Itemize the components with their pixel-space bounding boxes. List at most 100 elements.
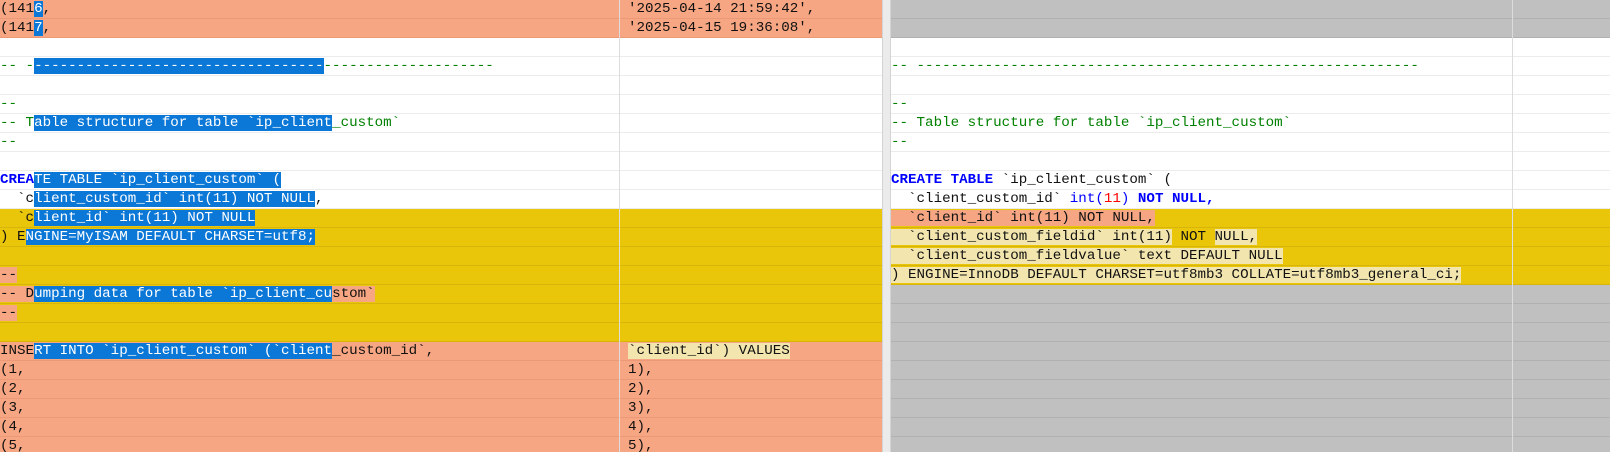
right-line-4[interactable]: -- -------------------------------------… xyxy=(891,57,1610,76)
right-line-10[interactable]: CREATE TABLE `ip_client_custom` ( xyxy=(891,171,1610,190)
left-line-10[interactable]: CREATE TABLE `ip_client_custom` ( xyxy=(0,171,882,190)
left-line-3[interactable] xyxy=(0,38,882,57)
line-text: INSERT INTO `ip_client_custom` (`client_… xyxy=(0,342,435,360)
right-line-6[interactable]: -- xyxy=(891,95,1610,114)
line-text: -- -------------------------------------… xyxy=(0,57,494,75)
right-line-17[interactable] xyxy=(891,304,1610,323)
code-token: (1, xyxy=(0,362,26,378)
left-line-16[interactable]: -- Dumping data for table `ip_client_cus… xyxy=(0,285,882,304)
left-line-2[interactable]: (1417, '2025-04-15 19:36:08', xyxy=(0,19,882,38)
right-line-21[interactable] xyxy=(891,380,1610,399)
right-file-pane[interactable]: -- -------------------------------------… xyxy=(891,0,1610,452)
line-text-wrapped: '2025-04-14 21:59:42', xyxy=(628,0,816,18)
right-line-1[interactable] xyxy=(891,0,1610,19)
code-token: (141 xyxy=(0,20,35,36)
code-token: ) ENGINE=InnoDB DEFAULT CHARSET=utf8mb3 … xyxy=(891,267,1462,283)
code-token: stom` xyxy=(332,286,375,302)
left-line-7[interactable]: -- Table structure for table `ip_client_… xyxy=(0,114,882,133)
code-token: `c xyxy=(0,210,35,226)
right-line-13[interactable]: `client_custom_fieldid` int(11) NOT NULL… xyxy=(891,228,1610,247)
right-line-9[interactable] xyxy=(891,152,1610,171)
line-text: -- xyxy=(0,133,17,151)
line-text: `client_custom_id` int(11) NOT NULL, xyxy=(891,190,1215,208)
left-line-5[interactable] xyxy=(0,76,882,95)
left-line-9[interactable] xyxy=(0,152,882,171)
code-token: _custom_id`, xyxy=(332,343,435,359)
left-line-22[interactable]: (3, 3), xyxy=(0,399,882,418)
left-line-18[interactable] xyxy=(0,323,882,342)
line-text-wrapped: 3), xyxy=(628,399,654,417)
right-line-22[interactable] xyxy=(891,399,1610,418)
code-token: , xyxy=(42,20,52,36)
code-token: int( xyxy=(1069,191,1104,207)
line-text: `client_custom_fieldvalue` text DEFAULT … xyxy=(891,247,1283,265)
left-line-21[interactable]: (2, 2), xyxy=(0,380,882,399)
line-text: -- Table structure for table `ip_client_… xyxy=(0,114,400,132)
right-line-20[interactable] xyxy=(891,361,1610,380)
line-text: `client_custom_id` int(11) NOT NULL, xyxy=(0,190,324,208)
code-token: '2025-04-15 19:36:08', xyxy=(628,20,816,36)
line-text: ) ENGINE=InnoDB DEFAULT CHARSET=utf8mb3 … xyxy=(891,266,1462,284)
left-file-pane[interactable]: (1416, '2025-04-14 21:59:42', (1417, '2025-… xyxy=(0,0,882,452)
code-token: '2025-04-14 21:59:42', xyxy=(628,1,816,17)
code-token: `client_custom_fieldid` int(11) xyxy=(891,229,1172,245)
left-line-6[interactable]: -- xyxy=(0,95,882,114)
code-token: -- xyxy=(891,134,909,150)
left-line-8[interactable]: -- xyxy=(0,133,882,152)
line-text: (1416, xyxy=(0,0,52,18)
code-token: -- xyxy=(0,96,18,112)
line-text: -- Table structure for table `ip_client_… xyxy=(891,114,1292,132)
right-line-16[interactable] xyxy=(891,285,1610,304)
line-text-wrapped: 2), xyxy=(628,380,654,398)
right-line-19[interactable] xyxy=(891,342,1610,361)
right-line-8[interactable]: -- xyxy=(891,133,1610,152)
code-token: `ip_client_custom` ( xyxy=(102,172,281,188)
code-token: `client_id` int(11) NOT NULL, xyxy=(891,210,1155,226)
left-line-1[interactable]: (1416, '2025-04-14 21:59:42', xyxy=(0,0,882,19)
code-token: 5), xyxy=(628,438,654,452)
left-line-4[interactable]: -- -------------------------------------… xyxy=(0,57,882,76)
left-line-24[interactable]: (5, 5), xyxy=(0,437,882,452)
left-line-14[interactable] xyxy=(0,247,882,266)
code-token: 1), xyxy=(628,362,654,378)
right-line-15[interactable]: ) ENGINE=InnoDB DEFAULT CHARSET=utf8mb3 … xyxy=(891,266,1610,285)
code-token: `client_custom_id` xyxy=(891,191,1070,207)
right-line-5[interactable] xyxy=(891,76,1610,95)
right-line-list: -- -------------------------------------… xyxy=(891,0,1610,452)
left-line-20[interactable]: (1, 1), xyxy=(0,361,882,380)
left-line-23[interactable]: (4, 4), xyxy=(0,418,882,437)
code-token: , xyxy=(315,191,324,207)
code-token: 3), xyxy=(628,400,654,416)
right-line-12[interactable]: `client_id` int(11) NOT NULL, xyxy=(891,209,1610,228)
line-text: -- xyxy=(891,133,909,151)
left-line-11[interactable]: `client_custom_id` int(11) NOT NULL, xyxy=(0,190,882,209)
code-token: -- Table structure for table `ip_client_… xyxy=(891,115,1292,131)
pane-splitter[interactable] xyxy=(882,0,891,452)
line-text: (1, xyxy=(0,361,26,379)
line-text: (1417, xyxy=(0,19,52,37)
code-token: 4), xyxy=(628,419,654,435)
left-line-15[interactable]: -- xyxy=(0,266,882,285)
code-token: `c xyxy=(0,191,35,207)
code-token: umping data for table `ip_client_cu xyxy=(34,286,333,302)
right-line-7[interactable]: -- Table structure for table `ip_client_… xyxy=(891,114,1610,133)
right-line-18[interactable] xyxy=(891,323,1610,342)
code-token: (2, xyxy=(0,381,26,397)
right-line-11[interactable]: `client_custom_id` int(11) NOT NULL, xyxy=(891,190,1610,209)
code-token: -- xyxy=(891,96,909,112)
left-line-12[interactable]: `client_id` int(11) NOT NULL xyxy=(0,209,882,228)
line-text: -- xyxy=(0,304,18,322)
code-token: able structure for table `ip_client xyxy=(34,115,333,131)
left-line-17[interactable]: -- xyxy=(0,304,882,323)
right-line-2[interactable] xyxy=(891,19,1610,38)
left-line-list: (1416, '2025-04-14 21:59:42', (1417, '2025-… xyxy=(0,0,882,452)
right-line-14[interactable]: `client_custom_fieldvalue` text DEFAULT … xyxy=(891,247,1610,266)
code-token: NULL, xyxy=(1214,229,1258,245)
left-line-19[interactable]: INSERT INTO `ip_client_custom` (`client_… xyxy=(0,342,882,361)
right-line-23[interactable] xyxy=(891,418,1610,437)
left-line-13[interactable]: ) ENGINE=MyISAM DEFAULT CHARSET=utf8; xyxy=(0,228,882,247)
code-token: , xyxy=(42,1,52,17)
diff-viewer: (1416, '2025-04-14 21:59:42', (1417, '2025-… xyxy=(0,0,1610,452)
right-line-3[interactable] xyxy=(891,38,1610,57)
right-line-24[interactable] xyxy=(891,437,1610,452)
